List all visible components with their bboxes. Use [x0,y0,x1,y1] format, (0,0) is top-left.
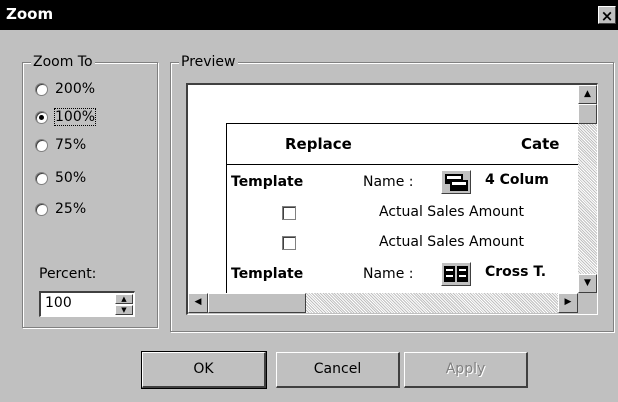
close-icon: × [600,7,614,25]
preview-page: Replace Cate Template Name : 4 Colum Act… [188,85,578,293]
radio-label: 100% [53,108,97,126]
close-button[interactable]: × [598,6,616,25]
arrow-down-icon: ▼ [121,306,127,314]
row-name-label: Name : [363,174,414,190]
horizontal-scroll-thumb[interactable] [208,293,306,313]
radio-label: 50% [55,170,87,186]
row-checkbox[interactable] [282,236,296,250]
ok-button[interactable]: OK [141,351,267,389]
zoom-to-group: Zoom To 200% 100% 75% 50% 25% Percent: 1… [22,53,158,328]
radio-50[interactable]: 50% [35,168,86,188]
radio-100[interactable]: 100% [35,107,97,127]
arrow-up-icon: ▲ [121,295,127,303]
percent-label: Percent: [39,266,97,282]
radio-button[interactable] [35,110,48,124]
radio-label: 200% [55,81,96,97]
title-bar: Zoom × [0,0,618,30]
horizontal-scrollbar[interactable]: ◀ ▶ [188,293,578,313]
row-checkbox[interactable] [282,206,296,220]
template-columns-icon [441,170,471,194]
arrow-right-icon: ▶ [564,297,572,307]
arrow-up-icon: ▲ [584,89,591,99]
radio-label: 75% [55,137,87,153]
radio-label: 25% [55,201,87,217]
radio-button[interactable] [35,202,48,216]
arrow-left-icon: ◀ [194,297,202,307]
template-crosstab-icon [441,262,471,286]
scroll-down-button[interactable]: ▼ [578,274,597,293]
row-name-value: Cross T. [485,264,547,280]
radio-25[interactable]: 25% [35,199,86,219]
spin-down-button[interactable]: ▼ [115,305,133,315]
header-category: Cate [521,135,560,153]
row-checkbox-label: Actual Sales Amount [379,204,525,220]
percent-value[interactable]: 100 [45,295,72,311]
scroll-left-button[interactable]: ◀ [188,293,208,313]
radio-200[interactable]: 200% [35,79,95,99]
vertical-scroll-thumb[interactable] [578,104,597,124]
scroll-up-button[interactable]: ▲ [578,85,597,104]
row-name-label: Name : [363,266,414,282]
preview-pane[interactable]: Replace Cate Template Name : 4 Colum Act… [186,83,598,315]
window-title: Zoom [6,5,54,23]
radio-selected-dot [39,114,44,120]
row-checkbox-label: Actual Sales Amount [379,234,525,250]
radio-button[interactable] [35,82,48,96]
vertical-scrollbar[interactable]: ▲ ▼ [578,85,597,293]
percent-spinbox[interactable]: 100 ▲ ▼ [39,291,135,317]
row-template-label: Template [231,266,304,282]
scrollbar-corner [578,293,597,313]
zoom-to-label: Zoom To [31,53,95,71]
header-replace: Replace [285,135,352,153]
radio-75[interactable]: 75% [35,135,86,155]
preview-table: Replace Cate Template Name : 4 Colum Act… [226,123,578,293]
apply-button: Apply [404,352,528,388]
row-name-value: 4 Colum [485,172,549,188]
spin-up-button[interactable]: ▲ [115,294,133,304]
cancel-button[interactable]: Cancel [276,352,400,388]
preview-label: Preview [179,53,238,71]
scroll-right-button[interactable]: ▶ [558,293,578,313]
arrow-down-icon: ▼ [584,278,591,288]
row-template-label: Template [231,174,304,190]
radio-button[interactable] [35,138,48,152]
radio-button[interactable] [35,171,48,185]
preview-header-row: Replace Cate [227,124,578,165]
